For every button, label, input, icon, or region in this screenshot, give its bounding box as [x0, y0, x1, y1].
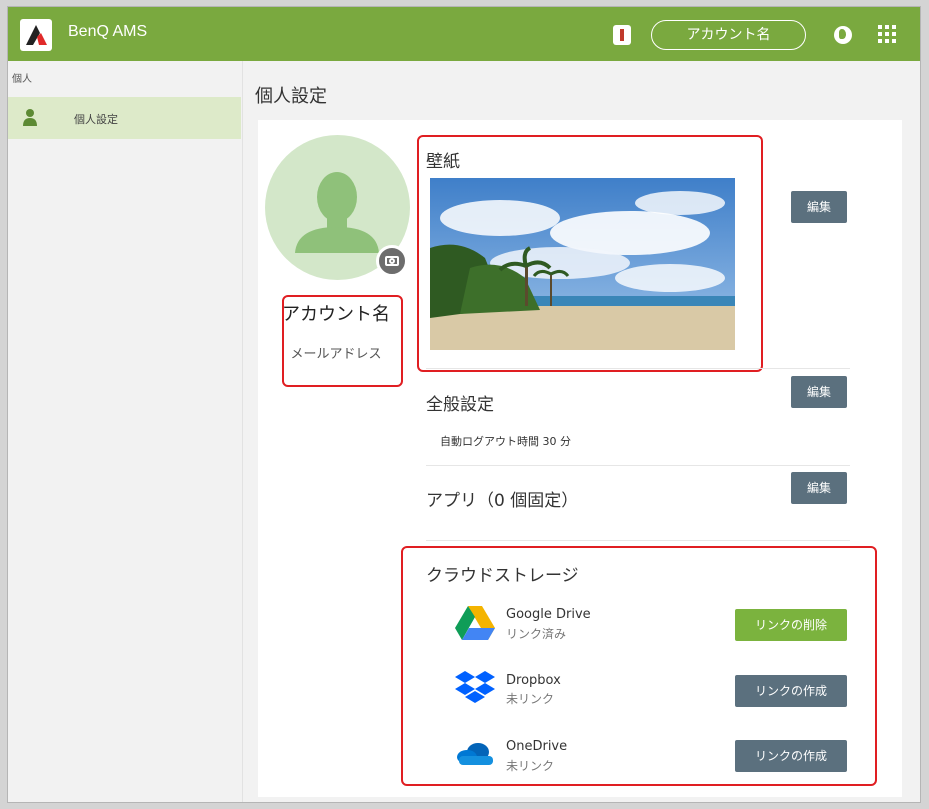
person-icon: [23, 109, 37, 126]
email-address: メールアドレス: [290, 347, 382, 362]
sidebar: 個人 個人設定: [8, 61, 243, 802]
dropbox-icon: [455, 671, 495, 703]
auto-logout-text: 自動ログアウト時間 30 分: [440, 435, 571, 448]
service-status: 未リンク: [506, 759, 555, 773]
notification-badge-icon[interactable]: [613, 25, 631, 45]
camera-icon[interactable]: [376, 245, 408, 277]
sidebar-item-personal-settings[interactable]: 個人設定: [8, 97, 241, 139]
sidebar-section-label: 個人: [12, 74, 32, 85]
sidebar-item-label: 個人設定: [74, 113, 118, 126]
google-drive-unlink-button[interactable]: リンクの削除: [735, 609, 847, 641]
onedrive-link-button[interactable]: リンクの作成: [735, 740, 847, 772]
account-menu-button[interactable]: アカウント名: [651, 20, 806, 50]
wallpaper-title: 壁紙: [426, 152, 460, 172]
app-title: BenQ AMS: [68, 23, 148, 40]
service-name: Dropbox: [506, 673, 561, 688]
wallpaper-image: [430, 178, 735, 350]
page-title: 個人設定: [255, 86, 327, 107]
globe-icon[interactable]: [834, 26, 852, 44]
apps-edit-button[interactable]: 編集: [791, 472, 847, 504]
wallpaper-edit-button[interactable]: 編集: [791, 191, 847, 223]
service-status: 未リンク: [506, 692, 555, 706]
dropbox-link-button[interactable]: リンクの作成: [735, 675, 847, 707]
onedrive-icon: [457, 743, 493, 765]
benq-logo-icon[interactable]: [20, 19, 52, 51]
service-status: リンク済み: [506, 627, 567, 641]
service-name: OneDrive: [506, 739, 568, 754]
general-settings-edit-button[interactable]: 編集: [791, 376, 847, 408]
divider: [426, 465, 850, 466]
apps-grid-icon[interactable]: [878, 25, 896, 43]
divider: [426, 368, 850, 369]
general-settings-title: 全般設定: [426, 395, 494, 415]
top-bar: BenQ AMS アカウント名: [8, 7, 920, 61]
google-drive-icon: [455, 606, 495, 640]
divider: [426, 540, 850, 541]
account-name: アカウント名: [282, 304, 390, 325]
cloud-storage-title: クラウドストレージ: [426, 566, 579, 586]
apps-title: アプリ（0 個固定）: [426, 491, 579, 511]
service-name: Google Drive: [506, 607, 591, 622]
